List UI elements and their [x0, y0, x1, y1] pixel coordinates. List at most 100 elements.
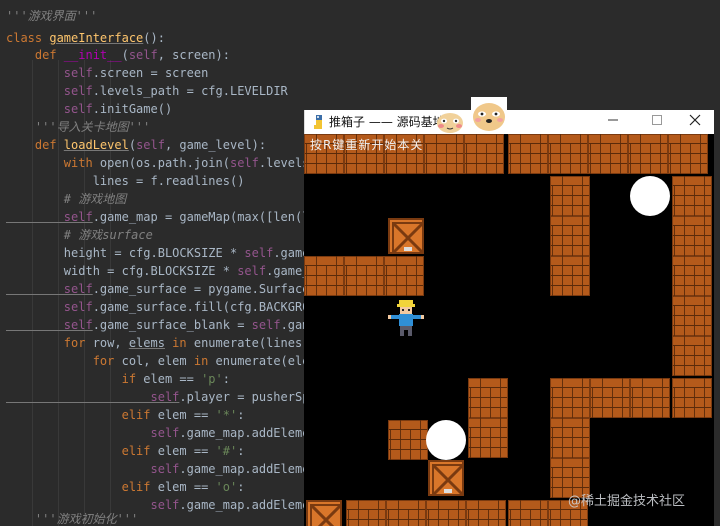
crate-icon	[392, 222, 424, 254]
code-token: 'o'	[215, 480, 238, 494]
code-token: .game_surface.fill(cfg.BACKGROUNDC	[92, 300, 339, 314]
wall-brick	[672, 176, 712, 216]
wall-brick	[508, 134, 548, 174]
code-line: self.game_map.addElement('	[6, 425, 338, 442]
code-line: self.player = pusherSprite	[6, 389, 338, 406]
code-token: .game_surface = pygame.Surface((wi	[92, 282, 339, 296]
wall-brick	[346, 500, 386, 526]
code-token: '''游戏界面'''	[6, 9, 98, 23]
wall-brick	[508, 500, 548, 526]
code-token: with	[6, 156, 100, 170]
wall-brick	[672, 336, 712, 376]
code-token: self	[6, 426, 180, 440]
code-token: __init__	[63, 48, 122, 62]
wall-brick	[468, 418, 508, 458]
crate-box	[306, 500, 342, 526]
code-line: for row, elems in enumerate(lines):	[6, 335, 317, 352]
wall-brick	[464, 134, 504, 174]
wall-brick	[668, 134, 708, 174]
game-canvas[interactable]: 按R键重新开始本关	[304, 134, 714, 526]
code-token: self	[6, 210, 93, 224]
code-line: self.initGame()	[6, 101, 172, 118]
code-line: def loadLevel(self, game_level):	[6, 137, 266, 154]
wall-brick	[384, 256, 424, 296]
wall-brick	[588, 134, 628, 174]
wall-brick	[386, 500, 426, 526]
code-token: open(os.path.join(	[99, 156, 230, 170]
code-line: elif elem == 'o':	[6, 479, 245, 496]
code-line: self.levels_path = cfg.LEVELDIR	[6, 83, 288, 100]
screenshot-root: '''游戏界面''' class gameInterface(): def __i…	[0, 0, 720, 526]
code-token: :	[237, 444, 245, 458]
code-token: self	[6, 498, 180, 512]
code-token: def	[6, 48, 64, 62]
wall-brick	[550, 176, 590, 216]
code-token: self	[6, 66, 93, 80]
code-token: lines = f.readlines()	[6, 174, 245, 188]
code-token: row,	[92, 336, 129, 350]
code-token: '''游戏初始化'''	[6, 512, 139, 526]
code-token: class	[6, 31, 50, 45]
doge-emoji-icon	[437, 113, 463, 133]
wall-brick	[672, 296, 712, 336]
wall-brick	[424, 134, 464, 174]
code-token: elif	[6, 480, 158, 494]
wall-brick	[344, 256, 384, 296]
wall-brick	[550, 256, 590, 296]
code-line: self.game_surface = pygame.Surface((wi	[6, 281, 339, 298]
wall-brick	[672, 378, 712, 418]
code-token: self	[6, 300, 93, 314]
code-token: if	[6, 372, 144, 386]
code-token: .levels_path = cfg.LEVELDIR	[92, 84, 288, 98]
code-token: for	[6, 336, 93, 350]
code-token: # 游戏地图	[6, 192, 127, 206]
wall-brick	[590, 378, 630, 418]
window-close-button[interactable]	[677, 110, 713, 134]
player-pusher-icon	[388, 300, 424, 336]
code-line: self.game_surface_blank = self.game_su	[6, 317, 339, 334]
code-token: '''导入关卡地图'''	[6, 120, 151, 134]
code-token: .game_surface_blank =	[92, 318, 252, 332]
code-token: elif	[6, 408, 158, 422]
wall-brick	[466, 500, 506, 526]
wall-brick	[468, 378, 508, 418]
code-line: self.screen = screen	[6, 65, 209, 82]
target-spot	[630, 176, 670, 216]
code-line: width = cfg.BLOCKSIZE * self.game_map.	[6, 263, 339, 280]
code-line: lines = f.readlines()	[6, 173, 245, 190]
code-line: height = cfg.BLOCKSIZE * self.game_map	[6, 245, 339, 262]
wall-brick	[672, 216, 712, 256]
wall-brick	[672, 256, 712, 296]
code-token: '*'	[215, 408, 238, 422]
window-maximize-button[interactable]	[639, 110, 675, 134]
code-token: self	[6, 390, 180, 404]
code-line: for col, elem in enumerate(elems):	[6, 353, 339, 370]
code-line: self.game_surface.fill(cfg.BACKGROUNDC	[6, 299, 339, 316]
wall-brick	[628, 134, 668, 174]
code-token: (	[128, 138, 137, 152]
code-line: if elem == 'p':	[6, 371, 230, 388]
code-token: elem ==	[157, 444, 216, 458]
code-token: self	[6, 84, 93, 98]
window-titlebar[interactable]: 推箱子 —— 源码基地:	[304, 97, 714, 134]
wall-brick	[550, 418, 590, 458]
code-token: self	[251, 318, 281, 332]
code-token: elem ==	[157, 408, 216, 422]
code-token: height = cfg.BLOCKSIZE *	[6, 246, 245, 260]
code-line: elif elem == '#':	[6, 443, 245, 460]
wall-brick	[426, 500, 466, 526]
code-token: gameInterface	[49, 31, 144, 45]
maximize-icon	[652, 115, 662, 125]
wall-brick	[550, 378, 590, 418]
code-line: elif elem == '*':	[6, 407, 245, 424]
code-line: # 游戏surface	[6, 227, 153, 244]
game-window[interactable]: 推箱子 —— 源码基地: 按R键重新开始本关	[304, 97, 714, 526]
code-token: , screen):	[157, 48, 230, 62]
code-token: self	[6, 318, 93, 332]
code-token: elif	[6, 444, 158, 458]
window-minimize-button[interactable]	[595, 110, 631, 134]
code-token: self	[229, 156, 259, 170]
wall-brick	[304, 256, 344, 296]
code-token: self	[6, 462, 180, 476]
code-token: .initGame()	[92, 102, 173, 116]
